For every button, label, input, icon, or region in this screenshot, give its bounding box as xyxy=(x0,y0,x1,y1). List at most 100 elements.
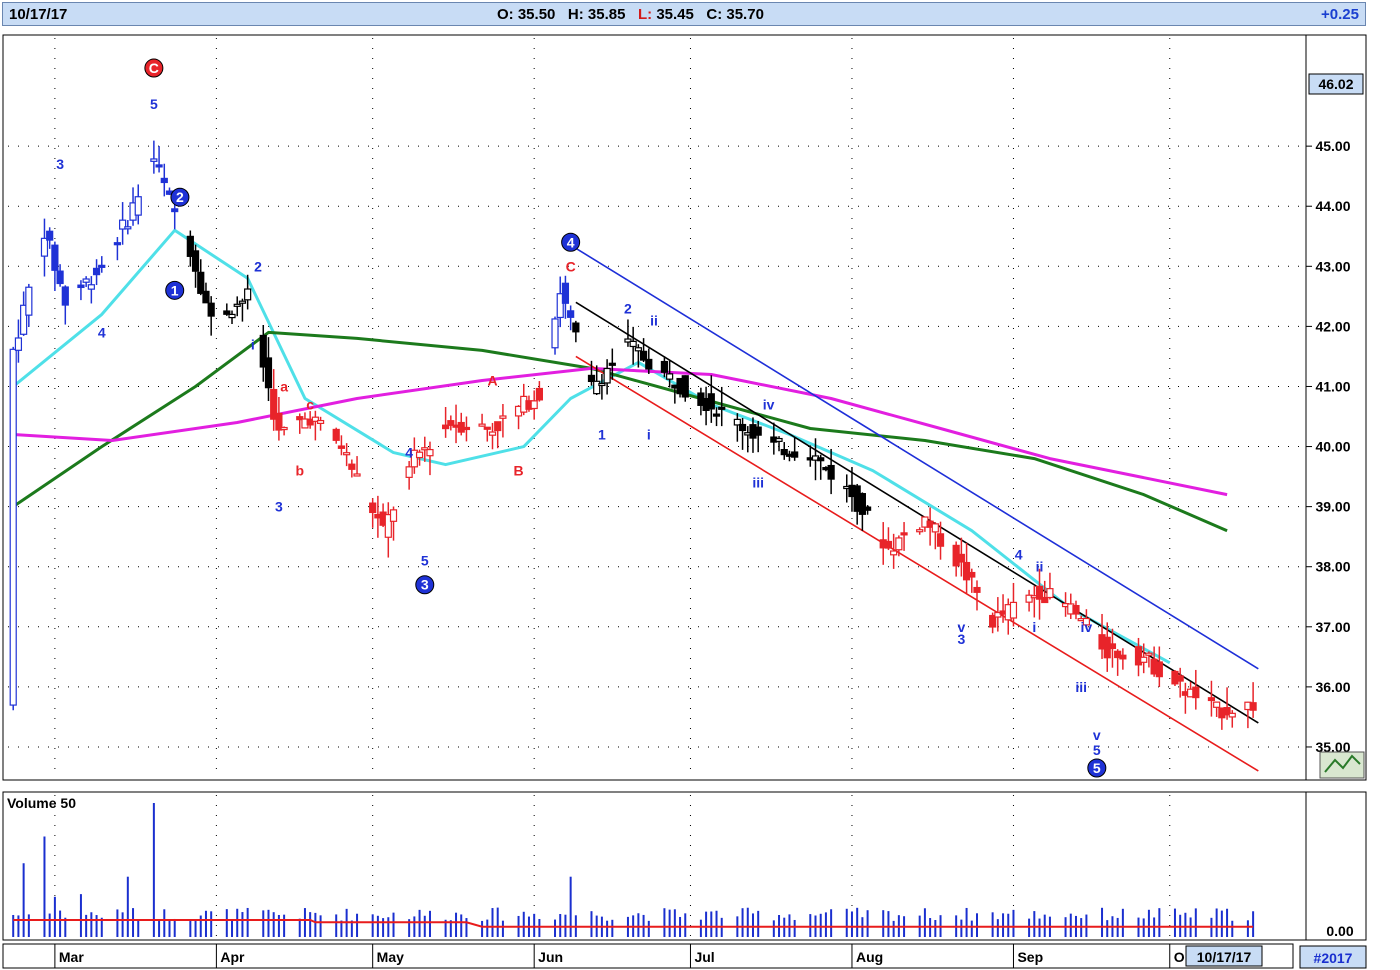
chart-settings-icon[interactable] xyxy=(1319,751,1365,779)
wave-label: C xyxy=(566,258,576,274)
price-bar-body xyxy=(1192,686,1200,699)
price-bar-body xyxy=(155,164,163,168)
price-bar-body xyxy=(369,502,377,514)
price-bar-body xyxy=(551,318,559,349)
price-bar-body xyxy=(238,300,247,304)
price-tick-label: 36.00 xyxy=(1315,679,1350,695)
price-bar-body xyxy=(1108,643,1117,650)
wave-label: 1 xyxy=(598,427,606,443)
price-bar-body xyxy=(603,367,611,384)
wave-label: 3 xyxy=(421,577,429,593)
grid-lines xyxy=(8,38,1303,777)
wave-label: v xyxy=(1093,727,1101,743)
price-bar-body xyxy=(488,431,497,436)
price-bar-body xyxy=(171,208,179,213)
wave-label: 2 xyxy=(624,300,632,316)
wave-label: 5 xyxy=(421,553,429,569)
wave-label: iii xyxy=(1075,679,1087,695)
wave-label: ii xyxy=(1036,559,1044,575)
price-tick-label: 42.00 xyxy=(1315,318,1350,334)
price-bar-body xyxy=(223,310,231,315)
price-bar-body xyxy=(863,506,872,511)
price-bar-body xyxy=(51,244,59,271)
price-bar-body xyxy=(738,423,747,432)
price-bar-body xyxy=(92,267,101,276)
month-label: Mar xyxy=(59,949,84,965)
wave-label: a xyxy=(280,378,288,394)
volume-title: Volume 50 xyxy=(7,795,76,811)
price-bar-body xyxy=(61,286,69,306)
wave-label: 4 xyxy=(1015,547,1023,563)
price-bar-body xyxy=(1249,702,1257,711)
price-tick-label: 37.00 xyxy=(1315,619,1350,635)
wave-label: 4 xyxy=(98,324,106,340)
price-bar-body xyxy=(9,348,17,706)
price-bar-body xyxy=(1046,588,1054,599)
last-price-label: 46.02 xyxy=(1318,76,1353,92)
price-bar-body xyxy=(561,282,570,304)
wave-label: B xyxy=(513,463,523,479)
price-bar-body xyxy=(415,451,424,459)
price-bar-body xyxy=(1228,712,1236,718)
price-bar-body xyxy=(973,586,981,593)
price-tick-label: 40.00 xyxy=(1315,439,1350,455)
price-bar-body xyxy=(264,357,273,389)
price-bar-body xyxy=(353,473,361,477)
moving-average-line xyxy=(12,228,1171,665)
price-bar-body xyxy=(895,537,903,551)
price-bar-body xyxy=(499,415,507,419)
price-bar-body xyxy=(77,284,85,289)
volume-panel-frame xyxy=(2,791,1307,941)
price-bar-body xyxy=(405,466,413,478)
wave-label: b xyxy=(295,463,304,479)
price-bar-body xyxy=(1145,652,1153,656)
price-bar-body xyxy=(233,303,241,307)
wave-label: 2 xyxy=(176,189,184,205)
price-bar-body xyxy=(426,448,434,457)
volume-bars xyxy=(12,803,1255,937)
wave-label: iv xyxy=(763,396,775,412)
price-chart[interactable]: C534212iabc3453AB4C21iiiiviiiv34iii iviii… xyxy=(0,0,1400,970)
price-bar-body xyxy=(389,509,398,522)
price-bar-body xyxy=(968,571,976,578)
price-bar-body xyxy=(46,230,54,241)
price-bar-body xyxy=(280,426,288,431)
wave-label: 3 xyxy=(957,631,965,647)
price-bar-body xyxy=(598,382,606,387)
price-bar-body xyxy=(483,426,491,430)
price-bar-body xyxy=(916,529,924,533)
price-bar-body xyxy=(1041,596,1049,604)
price-bar-body xyxy=(890,550,898,556)
price-bar-body xyxy=(98,264,106,268)
price-bar-body xyxy=(160,177,168,184)
wave-label: iv xyxy=(1081,619,1093,635)
price-bar-body xyxy=(587,374,596,383)
price-bar-body xyxy=(567,310,575,318)
price-bar-body xyxy=(681,375,689,398)
price-bar-body xyxy=(56,270,64,285)
price-bar-body xyxy=(634,347,642,352)
price-bar-body xyxy=(134,196,142,216)
volume-axis-tick: 0.00 xyxy=(1326,923,1353,939)
wave-label: 5 xyxy=(150,96,158,112)
month-label: Aug xyxy=(856,949,883,965)
price-bar-body xyxy=(530,400,538,410)
price-tick-label: 43.00 xyxy=(1315,258,1350,274)
volume-axis-frame xyxy=(1305,791,1367,941)
price-bar-body xyxy=(82,278,90,283)
wave-label: 3 xyxy=(56,156,64,172)
wave-label: i xyxy=(1032,619,1036,635)
wave-label: iii xyxy=(752,475,764,491)
wave-label: i xyxy=(647,427,651,443)
wave-label: 5 xyxy=(1093,742,1101,758)
channel-line xyxy=(575,355,1259,772)
wave-label: i xyxy=(251,336,255,352)
price-bar-body xyxy=(40,237,49,257)
price-bar-body xyxy=(14,337,23,351)
price-bars xyxy=(9,140,1257,730)
price-tick-label: 38.00 xyxy=(1315,559,1350,575)
price-bar-body xyxy=(817,457,825,462)
price-panel-frame xyxy=(2,34,1307,781)
price-bar-body xyxy=(25,286,33,316)
price-tick-label: 45.00 xyxy=(1315,138,1350,154)
